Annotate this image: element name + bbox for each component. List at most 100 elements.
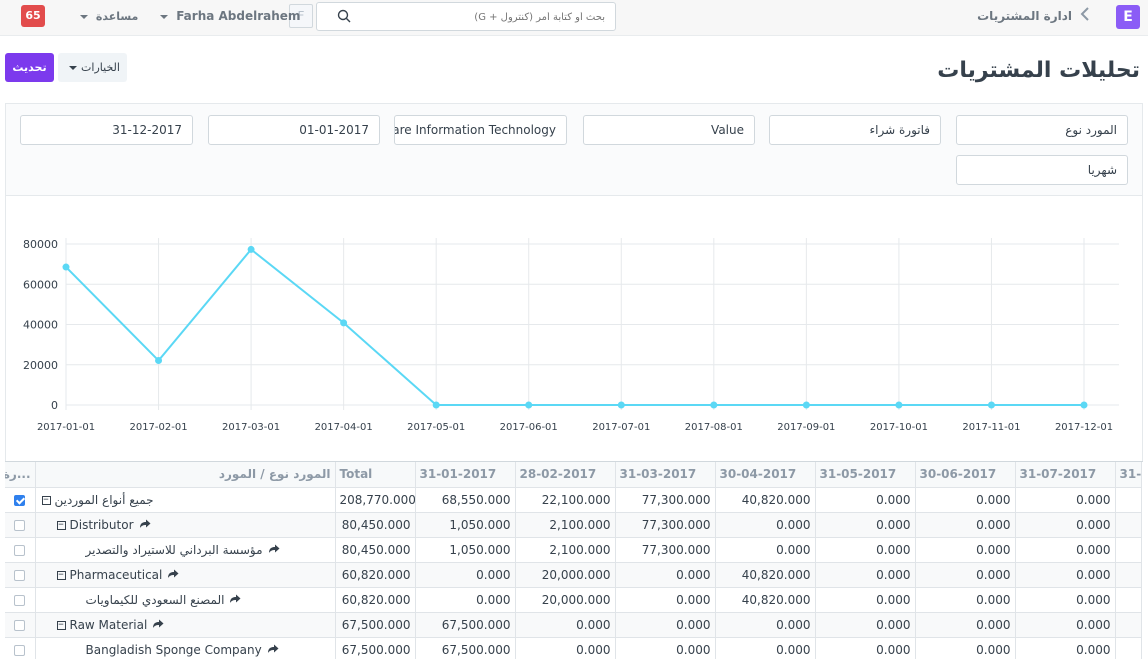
value-cell: 0.000 [615, 612, 716, 638]
data-point [340, 319, 348, 327]
caret-down-icon [160, 14, 168, 19]
app-logo[interactable]: E [1116, 5, 1140, 29]
user-menu[interactable]: Farha Abdelrahem [156, 9, 300, 23]
open-link-icon[interactable] [268, 544, 280, 557]
collapse-toggle-icon[interactable]: − [41, 495, 51, 505]
row-name: Bangladish Sponge Company [85, 642, 262, 657]
collapse-toggle-icon[interactable]: − [56, 570, 66, 580]
value-cell: 0.000 [915, 537, 1016, 563]
x-tick-label: 2017-02-01 [129, 422, 187, 433]
table-header-row: ...رة المورد نوع / المورد Total 31-01-2017 2… [5, 462, 1142, 488]
column-header[interactable]: 30-04-2017 [715, 462, 816, 488]
value-cell: 0.000 [715, 512, 816, 538]
data-point [62, 263, 70, 271]
open-link-icon[interactable] [152, 619, 164, 632]
caret-down-icon [80, 15, 88, 19]
column-header[interactable]: 31-03-2017 [615, 462, 716, 488]
value-cell: 0.000 [815, 612, 916, 638]
help-label: مساعدة [95, 10, 139, 23]
navbar: E ادارة المشتريات F Farha Abdelrahem مسا… [0, 0, 1148, 36]
x-tick-label: 2017-08-01 [685, 422, 743, 433]
company-value: Tarmeez Software Information Technology [395, 123, 556, 137]
tree-type-filter[interactable]: المورد نوع [956, 115, 1128, 145]
value-cell: 77,300.000 [615, 487, 716, 513]
column-header[interactable]: Total [335, 462, 416, 488]
column-header[interactable]: 31-0 [1115, 462, 1142, 488]
row-name: Distributor [69, 517, 134, 532]
data-point [710, 401, 718, 409]
row-name: المصنع السعودي للكيماويات [85, 592, 225, 607]
options-button[interactable]: الخيارات [58, 53, 127, 82]
value-cell: 67,500.000 [415, 612, 516, 638]
breadcrumb[interactable]: ادارة المشتريات [977, 9, 1072, 23]
value-cell: 20,000.000 [515, 562, 616, 588]
value-cell: 0.000 [915, 587, 1016, 613]
collapse-toggle-icon[interactable]: − [56, 620, 66, 630]
value-cell [1115, 537, 1142, 563]
company-filter[interactable]: Tarmeez Software Information Technology [394, 115, 567, 145]
row-checkbox[interactable] [14, 519, 26, 531]
value-cell: 0.000 [915, 512, 1016, 538]
to-date-filter[interactable]: 31-12-2017 [20, 115, 193, 145]
row-checkbox-cell [5, 487, 36, 513]
column-header[interactable]: 30-06-2017 [915, 462, 1016, 488]
row-checkbox-cell [5, 612, 36, 638]
value-cell: 0.000 [815, 562, 916, 588]
open-link-icon[interactable] [229, 594, 241, 607]
notification-badge[interactable]: 65 [21, 5, 45, 27]
from-date-filter[interactable]: 01-01-2017 [208, 115, 380, 145]
search-icon [337, 9, 351, 23]
row-checkbox-cell [5, 512, 36, 538]
update-button[interactable]: تحديث [5, 53, 54, 82]
column-header[interactable]: 31-05-2017 [815, 462, 916, 488]
open-link-icon[interactable] [267, 644, 279, 657]
value-cell: 0.000 [1015, 512, 1116, 538]
y-tick-label: 60000 [23, 278, 58, 291]
search-input[interactable] [355, 4, 605, 30]
open-link-icon[interactable] [167, 569, 179, 582]
awesome-bar[interactable] [316, 2, 616, 31]
column-header[interactable]: 28-02-2017 [515, 462, 616, 488]
row-checkbox[interactable] [14, 569, 26, 581]
value-cell: 2,100.000 [515, 537, 616, 563]
row-checkbox[interactable] [14, 494, 26, 506]
doc-type-filter[interactable]: فاتورة شراء [769, 115, 941, 145]
row-checkbox[interactable] [14, 619, 26, 631]
row-checkbox-cell [5, 562, 36, 588]
y-tick-label: 80000 [23, 238, 58, 251]
row-checkbox[interactable] [14, 594, 26, 606]
row-checkbox[interactable] [14, 644, 26, 656]
value-cell: 2,100.000 [515, 512, 616, 538]
value-cell: 0.000 [915, 612, 1016, 638]
column-header[interactable]: 31-01-2017 [415, 462, 516, 488]
open-link-icon[interactable] [139, 519, 151, 532]
column-header[interactable]: ...رة [5, 462, 36, 488]
column-header[interactable]: المورد نوع / المورد [35, 462, 336, 488]
value-cell: 22,100.000 [515, 487, 616, 513]
value-cell: 208,770.000 [335, 487, 416, 513]
collapse-toggle-icon[interactable]: − [56, 520, 66, 530]
value-cell: 20,000.000 [515, 587, 616, 613]
column-header[interactable]: 31-07-2017 [1015, 462, 1116, 488]
row-name-cell: − Pharmaceutical [35, 562, 336, 588]
value-cell [1115, 637, 1142, 659]
row-checkbox[interactable] [14, 544, 26, 556]
value-cell: 60,820.000 [335, 562, 416, 588]
table-row: Bangladish Sponge Company 67,500.000 67,50… [5, 637, 1142, 659]
value-cell: 0.000 [615, 637, 716, 659]
table-body: − جميع أنواع الموردين 208,770.000 68,550.00… [5, 487, 1142, 659]
row-name-cell: − جميع أنواع الموردين [35, 487, 336, 513]
x-tick-label: 2017-05-01 [407, 422, 465, 433]
value-quantity-filter[interactable]: Value [583, 115, 755, 145]
chevron-left-icon[interactable] [1080, 6, 1090, 26]
x-tick-label: 2017-09-01 [777, 422, 835, 433]
value-cell: 0.000 [415, 587, 516, 613]
value-cell: 0.000 [915, 562, 1016, 588]
value-cell: 0.000 [915, 637, 1016, 659]
value-cell: 0.000 [1015, 562, 1116, 588]
filter-area: المورد نوع فاتورة شراء Value Tarmeez Sof… [5, 103, 1143, 195]
table-row: − Raw Material 67,500.000 67,500.000 0.000 0.… [5, 612, 1142, 638]
help-menu[interactable]: مساعدة [76, 10, 138, 23]
user-name: Farha Abdelrahem [176, 9, 301, 23]
range-filter[interactable]: شهريا [956, 155, 1128, 185]
